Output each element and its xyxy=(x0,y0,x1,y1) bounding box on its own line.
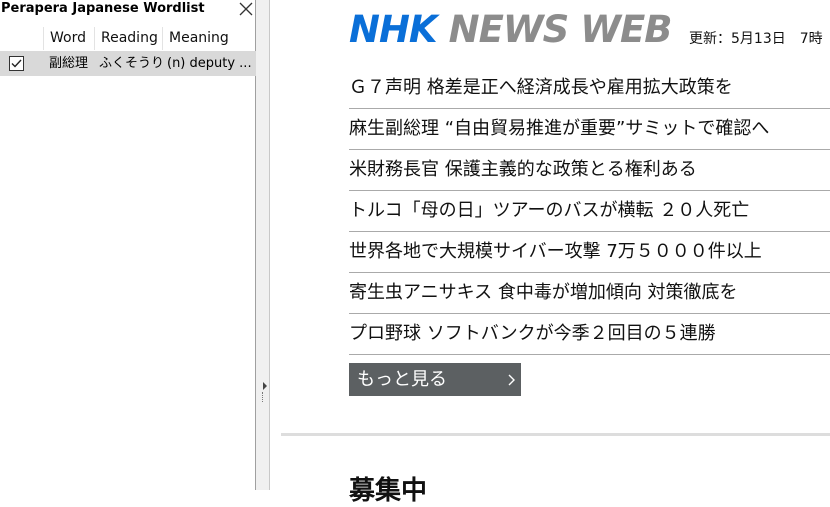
wordlist-header: Word Reading Meaning xyxy=(0,27,256,50)
logo-nhk: NHK xyxy=(349,8,438,51)
checkmark-icon xyxy=(11,59,22,68)
section-heading: 募集中 xyxy=(349,476,428,506)
wordlist-panel: Perapera Japanese Wordlist Word Reading … xyxy=(0,0,256,490)
web-page: NHK NEWS WEB 更新：5月13日 7時 Ｇ７声明 格差是正へ経済成長や… xyxy=(271,0,830,506)
panel-splitter[interactable] xyxy=(256,0,270,490)
see-more-label: もっと見る xyxy=(357,369,447,390)
row-check-cell xyxy=(0,51,44,76)
see-more-button[interactable]: もっと見る xyxy=(349,363,521,396)
row-reading: ふくそうり xyxy=(99,56,163,71)
header-meaning[interactable]: Meaning xyxy=(163,27,256,50)
news-link[interactable]: 世界各地で大規模サイバー攻撃 7万５０００件以上 xyxy=(349,232,830,273)
section-divider xyxy=(281,433,830,436)
news-link[interactable]: プロ野球 ソフトバンクが今季２回目の５連勝 xyxy=(349,314,830,355)
news-link[interactable]: 寄生虫アニサキス 食中毒が増加傾向 対策徹底を xyxy=(349,273,830,314)
chevron-right-icon xyxy=(508,374,515,386)
header-check-column[interactable] xyxy=(0,27,44,50)
row-checkbox[interactable] xyxy=(9,56,24,71)
close-panel-button[interactable] xyxy=(236,0,256,18)
header-reading[interactable]: Reading xyxy=(95,27,163,50)
logo-news-web: NEWS WEB xyxy=(448,8,673,51)
expand-arrow-icon[interactable] xyxy=(263,382,267,390)
news-list: Ｇ７声明 格差是正へ経済成長や雇用拡大政策を 麻生副総理 “自由貿易推進が重要”… xyxy=(349,68,830,355)
panel-title: Perapera Japanese Wordlist xyxy=(1,1,205,16)
row-word: 副総理 xyxy=(49,56,89,71)
news-link[interactable]: トルコ「母の日」ツアーのバスが横転 ２０人死亡 xyxy=(349,191,830,232)
wordlist-row[interactable]: 副総理 ふくそうり (n) deputy ... xyxy=(0,51,256,76)
close-icon xyxy=(239,2,253,16)
update-time: 更新：5月13日 7時 xyxy=(689,31,823,47)
news-link[interactable]: Ｇ７声明 格差是正へ経済成長や雇用拡大政策を xyxy=(349,68,830,109)
row-meaning: (n) deputy ... xyxy=(167,56,252,71)
news-link[interactable]: 麻生副総理 “自由貿易推進が重要”サミットで確認へ xyxy=(349,109,830,150)
news-link[interactable]: 米財務長官 保護主義的な政策とる権利ある xyxy=(349,150,830,191)
nhk-news-web-logo[interactable]: NHK NEWS WEB xyxy=(349,8,673,51)
grip-icon xyxy=(262,392,265,402)
header-word[interactable]: Word xyxy=(44,27,95,50)
